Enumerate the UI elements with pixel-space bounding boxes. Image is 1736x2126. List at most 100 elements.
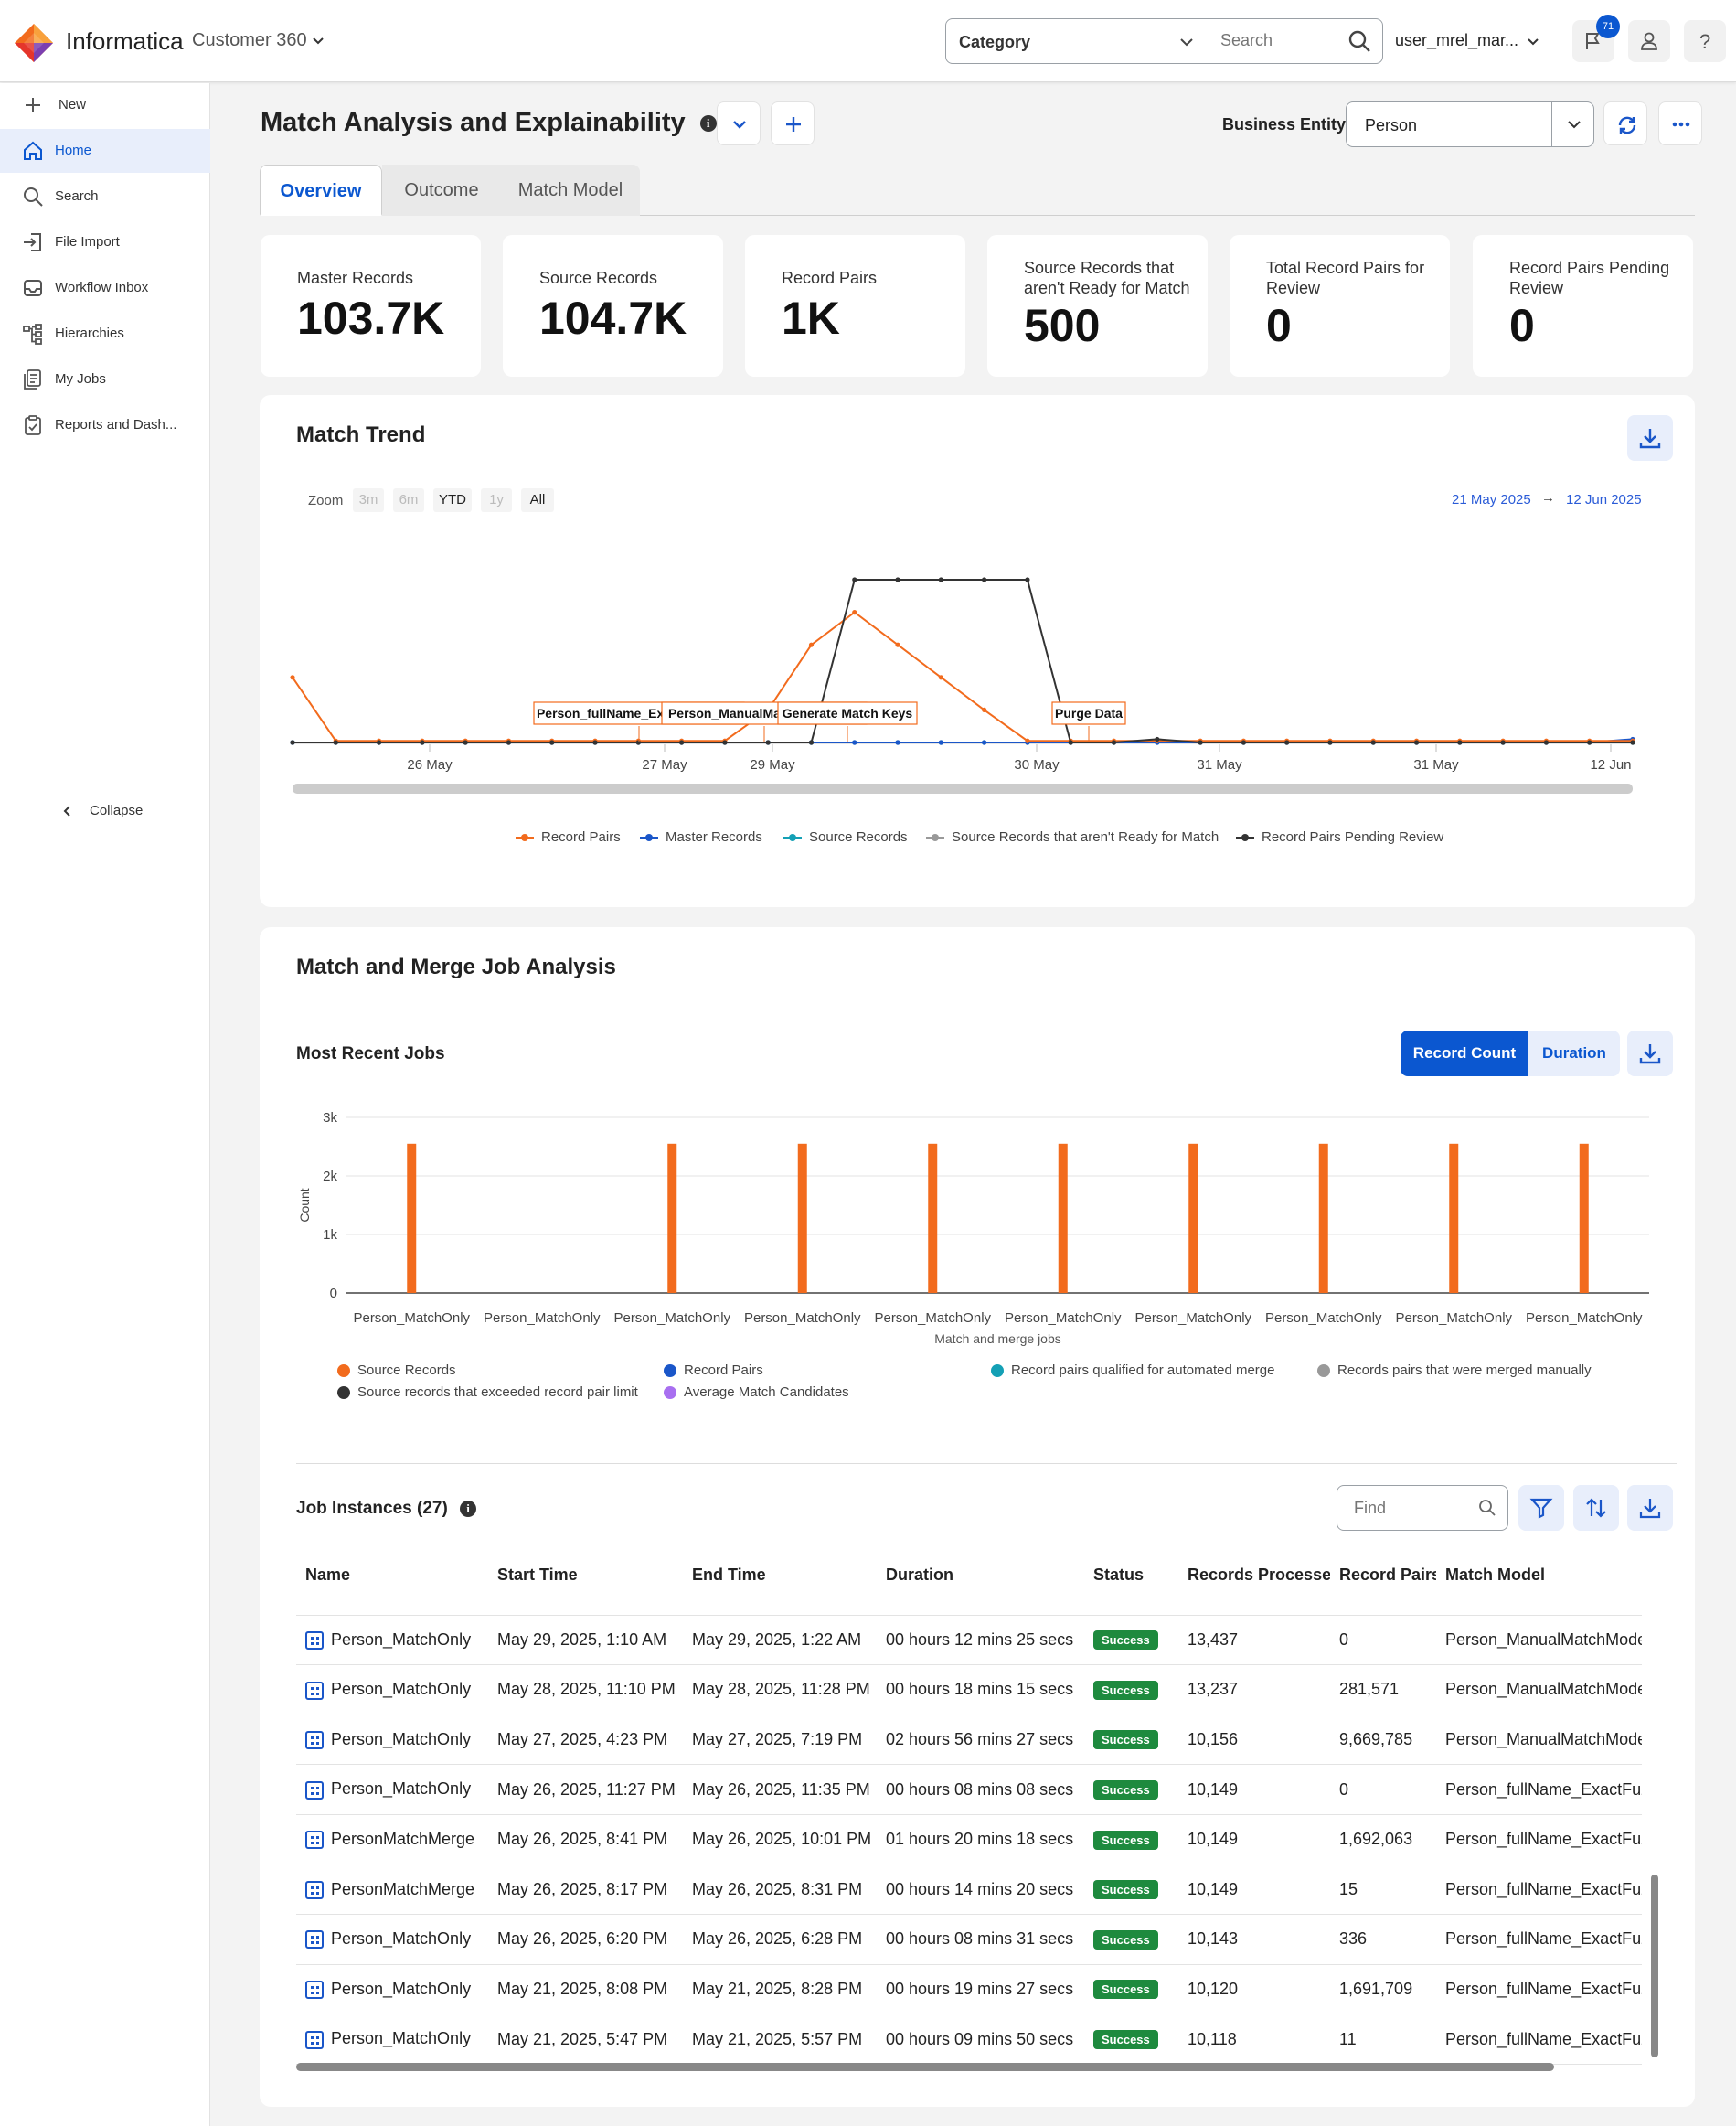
sidebar-item-reports[interactable]: Reports and Dash... xyxy=(0,403,210,447)
data-point[interactable] xyxy=(808,740,815,745)
series-line-record-pairs[interactable] xyxy=(292,611,1633,742)
data-point[interactable] xyxy=(1025,738,1030,743)
zoom-1y-button[interactable]: 1y xyxy=(481,488,512,512)
data-point[interactable] xyxy=(938,740,943,745)
column-header-end-time[interactable]: End Time xyxy=(683,1554,877,1597)
bar[interactable] xyxy=(797,1143,807,1293)
data-point[interactable] xyxy=(808,642,815,647)
column-header-match-model[interactable]: Match Model xyxy=(1436,1554,1642,1597)
bar[interactable] xyxy=(1058,1143,1068,1293)
data-point[interactable] xyxy=(895,642,900,647)
zoom-all-button[interactable]: All xyxy=(521,488,554,512)
info-icon[interactable]: i xyxy=(699,115,717,133)
data-point[interactable] xyxy=(722,740,728,745)
data-point[interactable] xyxy=(1413,740,1420,745)
data-point[interactable] xyxy=(1457,740,1463,745)
legend-record-pairs[interactable]: Record Pairs xyxy=(664,1362,763,1378)
data-point[interactable] xyxy=(635,740,641,745)
data-point[interactable] xyxy=(765,740,771,745)
cell-name[interactable]: Person_MatchOnly xyxy=(296,1764,488,1815)
sidebar-item-home[interactable]: Home xyxy=(0,129,210,173)
chart-annotation[interactable]: Purge Data xyxy=(1051,701,1126,742)
range-to[interactable]: 12 Jun 2025 xyxy=(1566,492,1642,507)
zoom-ytd-button[interactable]: YTD xyxy=(433,488,472,512)
bar[interactable] xyxy=(1579,1143,1589,1293)
data-point[interactable] xyxy=(852,577,857,582)
profile-button[interactable] xyxy=(1628,20,1670,62)
data-point[interactable] xyxy=(938,675,943,680)
find-input[interactable] xyxy=(1354,1499,1464,1518)
cell-name[interactable]: PersonMatchMerge xyxy=(296,1814,488,1865)
data-point[interactable] xyxy=(938,577,943,582)
cell-name[interactable]: Person_MatchOnly xyxy=(296,1964,488,2015)
sidebar-item-file-import[interactable]: File Import xyxy=(0,220,210,264)
table-row[interactable]: PersonMatchMerge May 26, 2025, 8:41 PM May… xyxy=(296,1814,1642,1865)
data-point[interactable] xyxy=(420,740,425,745)
legend-exceeded-limit[interactable]: Source records that exceeded record pair… xyxy=(337,1384,638,1400)
data-point[interactable] xyxy=(679,740,685,745)
user-menu[interactable]: user_mrel_mar... xyxy=(1395,31,1539,50)
tab-match-model[interactable]: Match Model xyxy=(501,165,640,216)
sidebar-item-search[interactable]: Search xyxy=(0,175,210,219)
record-count-toggle[interactable]: Record Count xyxy=(1401,1031,1528,1076)
data-point[interactable] xyxy=(895,740,900,745)
data-point[interactable] xyxy=(1155,736,1160,742)
data-point[interactable] xyxy=(1111,740,1117,745)
legend-source-records[interactable]: Source Records xyxy=(337,1362,456,1378)
column-header-records-processed[interactable]: Records Processed xyxy=(1178,1554,1330,1597)
legend-record-pairs[interactable]: Record Pairs xyxy=(516,829,621,845)
search-input[interactable] xyxy=(1220,31,1330,50)
product-switcher[interactable]: Customer 360 xyxy=(192,30,307,51)
data-point[interactable] xyxy=(290,675,295,680)
filter-button[interactable] xyxy=(1518,1485,1564,1531)
cell-name[interactable]: Person_MatchOnly xyxy=(296,1914,488,1965)
series-line-record-pairs-pending-review[interactable] xyxy=(293,579,1633,743)
sidebar-item-my-jobs[interactable]: My Jobs xyxy=(0,358,210,401)
data-point[interactable] xyxy=(549,740,555,745)
legend-avg-candidates[interactable]: Average Match Candidates xyxy=(664,1384,849,1400)
search-icon[interactable] xyxy=(1347,29,1371,53)
refresh-button[interactable] xyxy=(1603,101,1647,145)
collapse-button[interactable]: Collapse xyxy=(60,802,170,824)
cell-name[interactable]: Person_MatchOnly xyxy=(296,1715,488,1766)
sidebar-item-hierarchies[interactable]: Hierarchies xyxy=(0,312,210,356)
zoom-6m-button[interactable]: 6m xyxy=(393,488,424,512)
search-icon[interactable] xyxy=(1478,1499,1496,1517)
table-row[interactable]: Person_MatchOnly May 28, 2025, 11:10 PM Ma… xyxy=(296,1664,1642,1715)
info-icon[interactable]: i xyxy=(460,1500,477,1517)
vertical-scrollbar[interactable] xyxy=(1651,1875,1658,2057)
download-button[interactable] xyxy=(1627,1485,1673,1531)
data-point[interactable] xyxy=(1284,740,1290,745)
find-field[interactable] xyxy=(1337,1485,1508,1531)
data-point[interactable] xyxy=(376,740,382,745)
download-button[interactable] xyxy=(1627,415,1673,461)
chart-scrollbar[interactable] xyxy=(293,784,1633,794)
data-point[interactable] xyxy=(982,740,987,745)
data-point[interactable] xyxy=(506,740,512,745)
data-point[interactable] xyxy=(333,740,338,745)
category-select[interactable]: Category xyxy=(945,18,1209,64)
duration-toggle[interactable]: Duration xyxy=(1528,1031,1620,1076)
data-point[interactable] xyxy=(852,610,857,615)
tab-outcome[interactable]: Outcome xyxy=(382,165,501,216)
data-point[interactable] xyxy=(592,740,598,745)
column-header-status[interactable]: Status xyxy=(1084,1554,1178,1597)
bar[interactable] xyxy=(928,1143,938,1293)
data-point[interactable] xyxy=(1025,577,1030,582)
download-button[interactable] xyxy=(1627,1031,1673,1076)
table-row[interactable]: Person_MatchOnly May 27, 2025, 4:23 PM May… xyxy=(296,1715,1642,1766)
table-row[interactable]: Person_MatchOnly May 26, 2025, 11:27 PM Ma… xyxy=(296,1764,1642,1815)
column-header-record-pairs[interactable]: Record Pairs xyxy=(1330,1554,1436,1597)
cell-name[interactable]: Person_MatchOnly xyxy=(296,2014,488,2065)
table-row[interactable]: Person_MatchOnly May 21, 2025, 8:08 PM May… xyxy=(296,1964,1642,2015)
data-point[interactable] xyxy=(982,707,987,712)
column-header-start-time[interactable]: Start Time xyxy=(488,1554,683,1597)
chart-annotation[interactable]: Generate Match Keys xyxy=(777,701,918,742)
data-point[interactable] xyxy=(982,577,987,582)
help-button[interactable]: ? xyxy=(1684,20,1726,62)
bar[interactable] xyxy=(407,1143,417,1293)
add-button[interactable] xyxy=(771,101,815,145)
range-from[interactable]: 21 May 2025 xyxy=(1452,492,1531,507)
bar[interactable] xyxy=(1449,1143,1459,1293)
more-options-button[interactable] xyxy=(1658,101,1702,145)
